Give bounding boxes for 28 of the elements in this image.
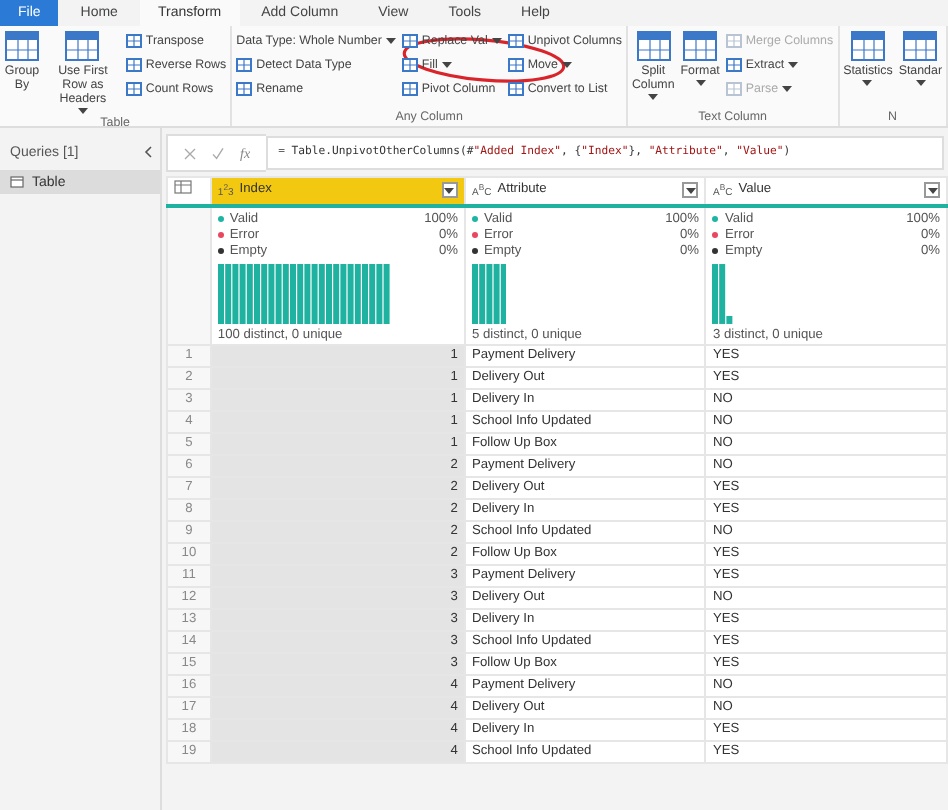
histogram-drawing [712, 263, 734, 324]
grid-icon [401, 34, 418, 48]
table-menu-button[interactable] [167, 177, 211, 206]
grid-icon [507, 58, 524, 72]
filter-dropdown-button[interactable] [682, 182, 699, 199]
table-icon [174, 179, 192, 194]
grid-icon [236, 58, 253, 72]
grid-icon [401, 82, 418, 96]
grid-icon [401, 58, 418, 72]
filter-dropdown-button[interactable] [441, 182, 458, 199]
grid-icon [507, 34, 524, 48]
grid-icon [725, 82, 742, 96]
cancel-icon [184, 147, 196, 159]
grid-icon [125, 82, 142, 96]
grid-icon [725, 58, 742, 72]
filter-dropdown-button[interactable] [924, 182, 940, 199]
grid-icon [507, 82, 524, 96]
checkmark-icon [212, 147, 224, 159]
collapse-icon[interactable] [144, 146, 152, 158]
caret-icon [685, 187, 696, 194]
grid-icon [125, 34, 142, 48]
grid-icon [236, 82, 253, 96]
histogram-drawing [471, 263, 507, 324]
caret-icon [927, 187, 937, 194]
caret-icon [444, 187, 455, 194]
grid-icon [125, 58, 142, 72]
grid-icon [725, 34, 742, 48]
table-icon [10, 176, 24, 188]
